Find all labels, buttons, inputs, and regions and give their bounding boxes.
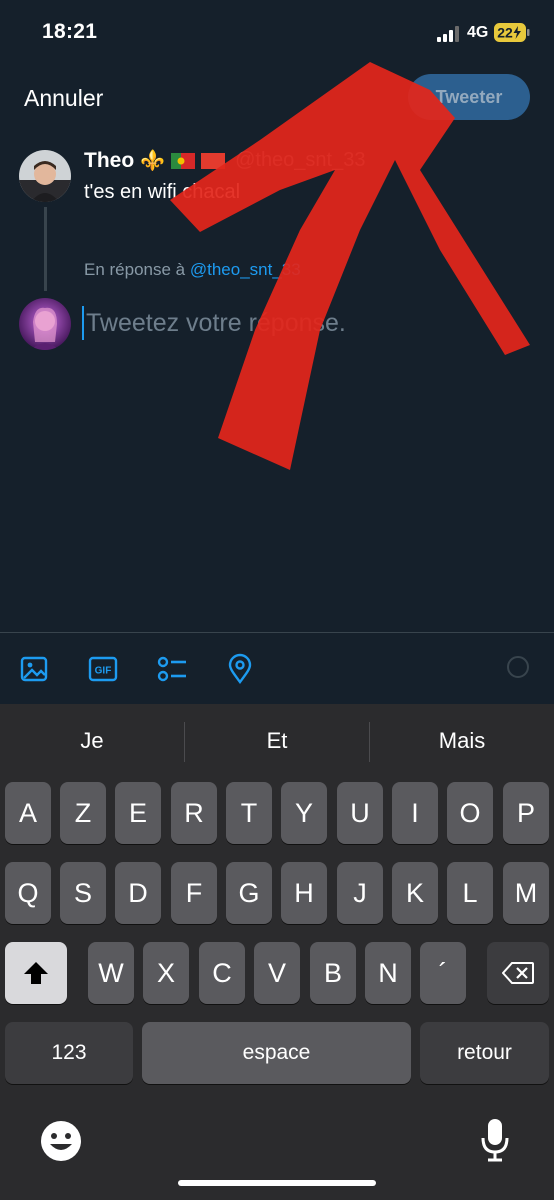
key[interactable]: L <box>447 862 493 924</box>
cancel-button[interactable]: Annuler <box>24 85 103 112</box>
key[interactable]: S <box>60 862 106 924</box>
key[interactable]: D <box>115 862 161 924</box>
key[interactable]: Q <box>5 862 51 924</box>
key[interactable]: P <box>503 782 549 844</box>
avatar-image-user <box>19 298 71 350</box>
home-indicator <box>178 1180 376 1186</box>
tweet-text: t'es en wifi chacal <box>84 181 241 203</box>
avatar[interactable] <box>19 298 71 350</box>
key[interactable]: B <box>310 942 356 1004</box>
key[interactable]: U <box>337 782 383 844</box>
author-handle[interactable]: @theo_snt_33 <box>235 149 365 172</box>
suggestion-3[interactable]: Mais <box>370 728 554 754</box>
reply-input[interactable]: Tweetez votre réponse. <box>82 306 346 340</box>
tweet-button[interactable]: Tweeter <box>408 74 530 120</box>
gif-icon[interactable]: GIF <box>87 653 119 685</box>
shift-key[interactable] <box>5 942 67 1004</box>
space-key[interactable]: espace <box>142 1022 411 1084</box>
key[interactable]: A <box>5 782 51 844</box>
portugal-flag-icon <box>171 152 196 169</box>
key[interactable]: X <box>143 942 189 1004</box>
suggestion-bar: Je Et Mais <box>0 704 554 780</box>
flag-icon <box>201 152 226 169</box>
battery-level: 22 <box>497 25 513 41</box>
poll-icon[interactable] <box>156 653 188 685</box>
key[interactable]: R <box>171 782 217 844</box>
backspace-icon <box>502 962 534 984</box>
key[interactable]: M <box>503 862 549 924</box>
thread-line <box>44 207 47 291</box>
return-key[interactable]: retour <box>420 1022 549 1084</box>
compose-toolbar: GIF <box>0 632 554 705</box>
battery-icon: 22 <box>494 23 530 42</box>
shift-icon <box>24 962 48 984</box>
key[interactable]: C <box>199 942 245 1004</box>
key[interactable]: J <box>337 862 383 924</box>
avatar-image-theo <box>19 150 71 202</box>
status-time: 18:21 <box>42 20 98 43</box>
key[interactable]: E <box>115 782 161 844</box>
key[interactable]: H <box>281 862 327 924</box>
microphone-icon[interactable] <box>480 1118 510 1162</box>
key[interactable]: G <box>226 862 272 924</box>
network-type: 4G <box>467 24 489 41</box>
image-icon[interactable] <box>18 653 50 685</box>
reply-mention-link[interactable]: @theo_snt_33 <box>190 260 301 279</box>
author-name: Theo <box>84 148 135 172</box>
reply-context: En réponse à @theo_snt_33 <box>84 260 301 280</box>
suggestion-1[interactable]: Je <box>0 728 184 754</box>
key[interactable]: N <box>365 942 411 1004</box>
key[interactable]: Z <box>60 782 106 844</box>
location-icon[interactable] <box>224 653 256 685</box>
signal-icon <box>437 26 459 42</box>
key[interactable]: I <box>392 782 438 844</box>
key[interactable]: K <box>392 862 438 924</box>
suggestion-2[interactable]: Et <box>185 728 369 754</box>
numbers-key[interactable]: 123 <box>5 1022 133 1084</box>
character-count-ring <box>507 656 529 678</box>
key[interactable]: F <box>171 862 217 924</box>
avatar[interactable] <box>19 150 71 202</box>
key[interactable]: ´ <box>420 942 466 1004</box>
author-emoji: ⚜️ <box>140 150 166 172</box>
compose-header: Annuler Tweeter <box>0 66 554 130</box>
gif-label: GIF <box>95 666 112 677</box>
status-bar: 18:21 4G 22 <box>0 0 554 66</box>
tweet-author-row: Theo ⚜️ @theo_snt_33 <box>84 148 365 173</box>
key[interactable]: T <box>226 782 272 844</box>
key[interactable]: W <box>88 942 134 1004</box>
emoji-icon[interactable] <box>40 1120 82 1162</box>
key[interactable]: O <box>447 782 493 844</box>
key[interactable]: Y <box>281 782 327 844</box>
reply-prefix: En réponse à <box>84 260 186 279</box>
delete-key[interactable] <box>487 942 549 1004</box>
keyboard: Je Et Mais A Z E R T Y U I O P Q S D F G… <box>0 704 554 1200</box>
key[interactable]: V <box>254 942 300 1004</box>
